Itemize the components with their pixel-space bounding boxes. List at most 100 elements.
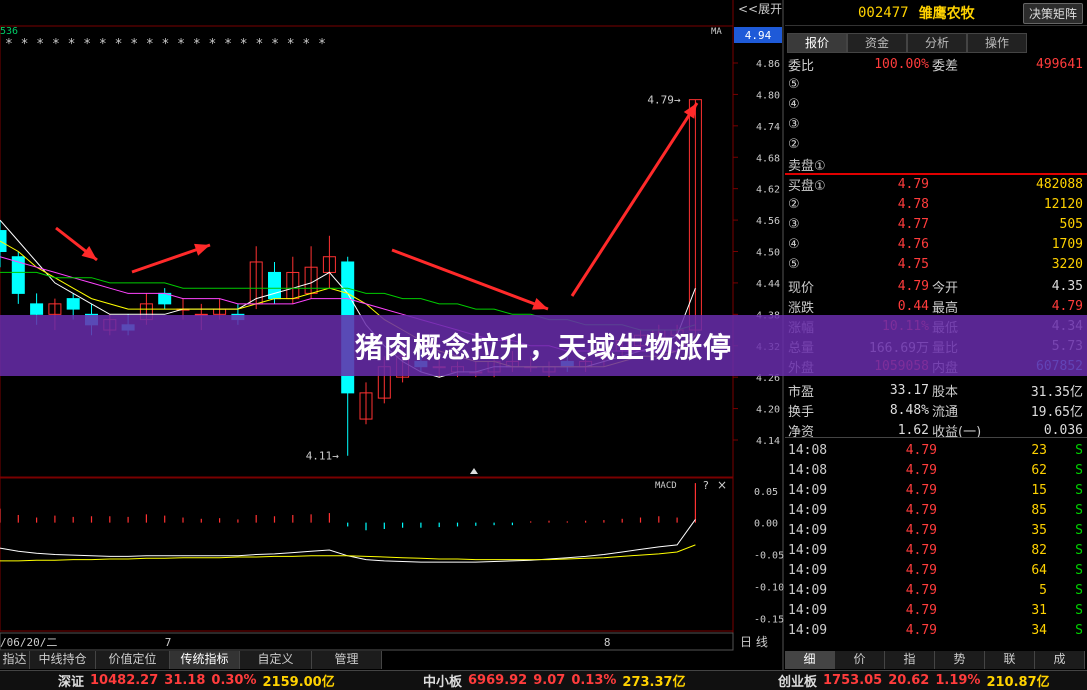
quote-row: 现价 4.79 今开 4.35 [785,276,1087,296]
sz-value: 10482.27 [90,673,159,688]
cy-change: 20.62 [888,673,930,688]
x-axis-bar [0,632,734,651]
y-tick-label: 4.44 [756,279,780,290]
buy-level-price: 4.79 [897,176,929,192]
tab-traditional[interactable]: 传统指标 [170,651,240,669]
tab-manage[interactable]: 管理 [312,651,382,669]
expand-button[interactable]: <<展开 [738,2,782,16]
tick-price: 4.79 [905,462,937,478]
cy-amount: 210.87亿 [986,675,1050,690]
buy-level-row: ② 4.78 12120 [785,194,1087,214]
buy-level-label: ⑤ [788,256,800,272]
tab-deal[interactable]: 成 [1035,651,1085,669]
decision-matrix-button[interactable]: 决策矩阵 [1022,3,1083,24]
tick-row: 14:09 4.79 35 S [785,520,1087,540]
tab-price[interactable]: 价 [835,651,885,669]
tab-quote[interactable]: 报价 [787,33,847,53]
tick-row: 14:09 4.79 34 S [785,620,1087,640]
sz-change: 31.18 [164,673,206,688]
tab-funds[interactable]: 资金 [847,33,907,53]
zx-value: 6969.92 [468,673,528,688]
quote-value: 0.44 [897,298,929,314]
macd-y-tick-label: 0.00 [754,519,778,530]
sell-level-label: 卖盘① [788,158,826,174]
tick-qty: 5 [1039,582,1047,598]
quote-label-2: 流通 [932,404,959,420]
tab-value[interactable]: 价值定位 [96,651,170,669]
tab-midline[interactable]: 中线持仓 [30,651,96,669]
tick-qty: 23 [1031,442,1047,458]
cy-index[interactable]: 创业板 1753.05 20.62 1.19% 210.87亿 [778,671,1056,690]
macd-y-tick-label: -0.10 [754,582,784,593]
sell-level-label: ③ [788,116,800,132]
x-axis-label: 8 [604,636,611,649]
help-icon: ? [703,479,709,492]
sz-index[interactable]: 深证 10482.27 31.18 0.30% 2159.00亿 [58,671,341,690]
order-diff-value: 499641 [1036,56,1083,72]
tick-row: 14:09 4.79 5 S [785,580,1087,600]
macd-y-tick-label: -0.15 [754,614,784,625]
red-arrow-head [194,243,210,256]
tab-operation[interactable]: 操作 [967,33,1027,53]
buy-level-row: 买盘① 4.79 482088 [785,174,1087,194]
close-icon: × [717,478,727,492]
cy-percent: 1.19% [935,673,981,688]
quote-label: 换手 [788,404,815,420]
quote-row: 市盈 33.17 股本 31.35亿 [785,380,1087,400]
sell-level-row: ② [785,134,1087,154]
tick-row: 14:09 4.79 85 S [785,500,1087,520]
y-tick-label: 4.14 [756,436,780,447]
tab-trend[interactable]: 势 [935,651,985,669]
tick-divider [785,437,1087,438]
buy-level-qty: 12120 [1043,196,1083,212]
high-annotation: 4.79→ [647,94,680,107]
stock-name: 雏鹰农牧 [918,5,975,22]
quote-label-2: 最高 [932,300,959,316]
tab-link[interactable]: 联 [985,651,1035,669]
tick-price: 4.79 [905,622,937,638]
red-arrow-shaft [570,102,699,297]
tick-row: 14:08 4.79 23 S [785,440,1087,460]
quote-value: 8.48% [889,402,929,418]
quote-value-2: 19.65亿 [1030,404,1083,420]
buy-level-qty: 482088 [1036,176,1083,192]
quote-value-2: 31.35亿 [1030,384,1083,400]
zx-percent: 0.13% [571,673,617,688]
zx-label: 中小板 [423,675,463,690]
tick-price: 4.79 [905,442,937,458]
tick-side: S [1075,582,1083,598]
tick-time: 14:09 [788,582,828,598]
zx-change: 9.07 [533,673,566,688]
zx-index[interactable]: 中小板 6969.92 9.07 0.13% 273.37亿 [423,671,692,690]
y-tick-label: 4.86 [756,59,780,70]
tick-price: 4.79 [905,502,937,518]
tick-side: S [1075,502,1083,518]
macd-dea-line [0,544,696,562]
cy-value: 1753.05 [823,673,883,688]
tick-price: 4.79 [905,602,937,618]
tab-zhida[interactable]: 指达 [0,651,30,669]
macd-y-tick-label: -0.05 [754,551,784,562]
y-tick-label: 4.80 [756,90,780,101]
sell-level-label: ② [788,136,800,152]
indicator-tabs: 指达 中线持仓 价值定位 传统指标 自定义 管理 [0,651,382,669]
y-tick-label: 4.20 [756,405,780,416]
tab-custom[interactable]: 自定义 [240,651,312,669]
stock-code: 002477 [858,4,909,21]
tick-side: S [1075,542,1083,558]
tab-index[interactable]: 指 [885,651,935,669]
tick-row: 14:08 4.79 62 S [785,460,1087,480]
macd-y-tick-label: 0.05 [754,487,778,498]
tick-row: 14:09 4.79 64 S [785,560,1087,580]
buy-level-row: ④ 4.76 1709 [785,234,1087,254]
tab-detail[interactable]: 细 [785,651,835,669]
quote-label: 现价 [788,280,815,296]
candle-body [30,303,44,315]
quote-label: 市盈 [788,384,815,400]
red-arrow-shaft [391,248,549,311]
tab-analysis[interactable]: 分析 [907,33,967,53]
tick-side: S [1075,602,1083,618]
sell-level-row: ⑤ [785,74,1087,94]
tick-time: 14:09 [788,522,828,538]
buy-level-price: 4.78 [897,196,929,212]
